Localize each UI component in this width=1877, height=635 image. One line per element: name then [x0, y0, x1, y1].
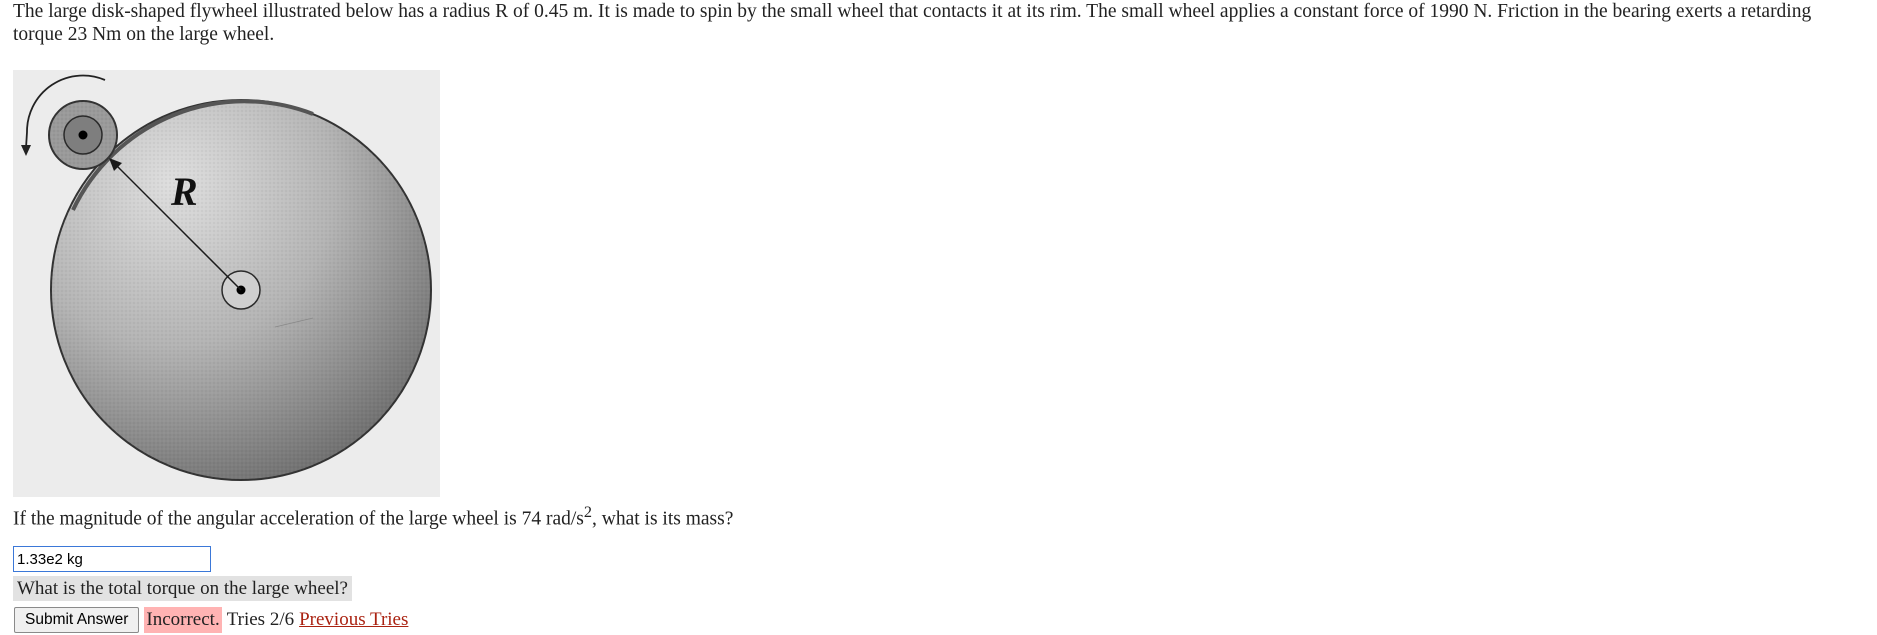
problem-statement: The large disk-shaped flywheel illustrat… [13, 1, 1812, 45]
question-text-main: If the magnitude of the angular accelera… [13, 508, 584, 530]
question-superscript: 2 [583, 503, 592, 521]
small-wheel-axle [78, 130, 88, 140]
question-text-end: , what is its mass? [592, 508, 734, 530]
flywheel-diagram: R [13, 70, 440, 497]
flywheel-figure: R [13, 70, 440, 497]
radius-label: R [170, 169, 198, 214]
tries-count: Tries 2/6 [226, 609, 295, 630]
answer-input[interactable] [13, 546, 211, 572]
hint-text: What is the total torque on the large wh… [13, 576, 352, 601]
submit-row: Submit Answer Incorrect. Tries 2/6 Previ… [14, 606, 408, 634]
status-badge: Incorrect. [144, 607, 222, 633]
submit-answer-button[interactable]: Submit Answer [14, 607, 140, 633]
previous-tries-link[interactable]: Previous Tries [299, 609, 408, 631]
question-text: If the magnitude of the angular accelera… [13, 500, 733, 532]
